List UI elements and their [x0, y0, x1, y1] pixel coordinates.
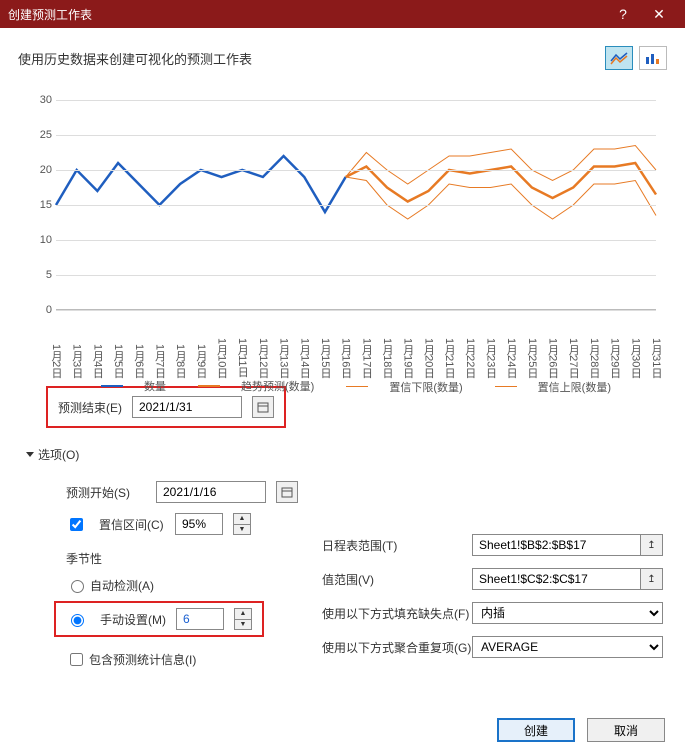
calendar-icon	[281, 486, 293, 498]
seasonality-heading: 季节性	[66, 550, 298, 567]
spinner-up-icon[interactable]: ▲	[234, 514, 250, 525]
close-button[interactable]: ✕	[641, 6, 677, 23]
fill-missing-label: 使用以下方式填充缺失点(F)	[322, 605, 472, 622]
manual-set-highlight: 手动设置(M) ▲▼	[54, 601, 264, 637]
values-range-label: 值范围(V)	[322, 571, 472, 588]
values-range-input[interactable]	[472, 568, 641, 590]
window-title: 创建预测工作表	[8, 6, 605, 23]
column-chart-icon	[644, 51, 662, 65]
include-stats-label: 包含预测统计信息(I)	[89, 651, 196, 668]
manual-set-input[interactable]	[176, 608, 224, 630]
confidence-input[interactable]	[175, 513, 223, 535]
spinner-down-icon[interactable]: ▼	[235, 620, 251, 630]
column-chart-button[interactable]	[639, 46, 667, 70]
chart-legend: 数量趋势预测(数量)置信下限(数量)置信上限(数量)	[56, 378, 656, 395]
manual-set-spinner[interactable]: ▲▼	[234, 608, 252, 630]
forecast-start-input[interactable]	[156, 481, 266, 503]
options-label[interactable]: 选项(O)	[38, 446, 79, 463]
cancel-button[interactable]: 取消	[587, 718, 665, 742]
aggregate-select[interactable]: AVERAGE	[472, 636, 663, 658]
timeline-range-input[interactable]	[472, 534, 641, 556]
auto-detect-radio[interactable]	[71, 580, 84, 593]
include-stats-checkbox[interactable]	[70, 653, 83, 666]
help-button[interactable]: ?	[605, 6, 641, 22]
line-chart-button[interactable]	[605, 46, 633, 70]
forecast-end-datepicker-button[interactable]	[252, 396, 274, 418]
auto-detect-label: 自动检测(A)	[90, 577, 154, 594]
fill-missing-select[interactable]: 内插	[472, 602, 663, 624]
dialog-subtitle: 使用历史数据来创建可视化的预测工作表	[18, 49, 605, 68]
forecast-end-label: 预测结束(E)	[58, 399, 122, 416]
forecast-start-label: 预测开始(S)	[66, 484, 146, 501]
confidence-checkbox[interactable]	[70, 518, 83, 531]
confidence-spinner[interactable]: ▲▼	[233, 513, 251, 535]
title-bar: 创建预测工作表 ? ✕	[0, 0, 685, 28]
calendar-icon	[257, 401, 269, 413]
manual-set-radio[interactable]	[71, 614, 84, 627]
manual-set-label: 手动设置(M)	[100, 611, 166, 628]
spinner-up-icon[interactable]: ▲	[235, 609, 251, 620]
line-chart-icon	[610, 51, 628, 65]
create-button[interactable]: 创建	[497, 718, 575, 742]
timeline-range-picker-button[interactable]: ↥	[641, 534, 663, 556]
values-range-picker-button[interactable]: ↥	[641, 568, 663, 590]
forecast-start-datepicker-button[interactable]	[276, 481, 298, 503]
forecast-end-input[interactable]	[132, 396, 242, 418]
spinner-down-icon[interactable]: ▼	[234, 525, 250, 535]
forecast-chart: 051015202530 1月2日1月3日1月4日1月5日1月6日1月7日1月8…	[28, 100, 668, 390]
aggregate-label: 使用以下方式聚合重复项(G)	[322, 639, 472, 656]
timeline-range-label: 日程表范围(T)	[322, 537, 472, 554]
options-collapse-icon[interactable]	[26, 452, 34, 457]
confidence-label: 置信区间(C)	[99, 516, 165, 533]
